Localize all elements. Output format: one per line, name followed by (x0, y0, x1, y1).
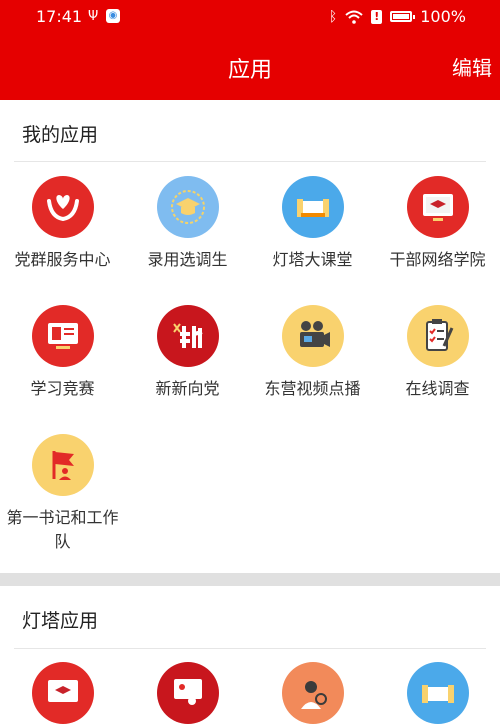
battery-icon (390, 11, 416, 22)
usb-icon: Ψ (88, 9, 99, 24)
classroom-board-icon (281, 176, 344, 238)
app-label: 录用选调生 (147, 250, 228, 269)
app-first-secretary-team[interactable]: 第一书记和工作队 (0, 434, 125, 554)
app-xinxin-xiangdang[interactable]: 新新向党 (125, 305, 250, 401)
app-label: 新新向党 (155, 379, 220, 398)
app-label: 灯塔大课堂 (272, 250, 353, 269)
divider (14, 648, 486, 649)
section-title-my-apps: 我的应用 (22, 124, 99, 146)
section-title-lighthouse-apps: 灯塔应用 (22, 610, 99, 632)
app-cadre-online-academy[interactable]: 干部网络学院 (375, 176, 500, 272)
party-presenter-icon (156, 662, 219, 724)
wifi-icon (345, 10, 363, 24)
monitor-cap-icon (31, 662, 94, 724)
app-header: 17:41 Ψ ◉ ᛒ ! 100% 应用 编辑 (0, 0, 500, 100)
video-projector-icon (281, 305, 344, 367)
status-right: ᛒ ! 100% (329, 7, 466, 26)
app-label: 东营视频点播 (264, 379, 361, 398)
app-lighthouse-1[interactable] (0, 662, 125, 724)
app-lighthouse-classroom[interactable]: 灯塔大课堂 (250, 176, 375, 272)
app-lighthouse-4[interactable] (375, 662, 500, 724)
alert-icon: ! (371, 9, 383, 24)
app-label: 学习竞赛 (30, 379, 95, 398)
app-lighthouse-3[interactable] (250, 662, 375, 724)
graduation-cap-icon (156, 176, 219, 238)
app-online-survey[interactable]: 在线调查 (375, 305, 500, 401)
page-title: 应用 (227, 58, 272, 83)
status-time: 17:41 (36, 7, 83, 26)
app-party-service-center[interactable]: 党群服务中心 (0, 176, 125, 272)
clipboard-survey-icon (406, 305, 469, 367)
heart-hands-icon (31, 176, 94, 238)
app-notification-icon: ◉ (106, 9, 120, 23)
section-separator (0, 573, 500, 586)
app-study-competition[interactable]: 学习竞赛 (0, 305, 125, 401)
monitor-cap-icon (406, 176, 469, 238)
status-bar: 17:41 Ψ ◉ ᛒ ! 100% (0, 0, 500, 34)
app-label: 干部网络学院 (389, 250, 486, 269)
divider (14, 161, 486, 162)
app-dongying-video[interactable]: 东营视频点播 (250, 305, 375, 401)
red-flag-person-icon (31, 434, 94, 496)
battery-percent: 100% (420, 7, 466, 26)
bluetooth-icon: ᛒ (328, 8, 338, 25)
study-monitor-icon (31, 305, 94, 367)
app-label: 党群服务中心 (14, 250, 111, 269)
app-label: 在线调查 (405, 379, 470, 398)
app-civil-selection[interactable]: 录用选调生 (125, 176, 250, 272)
xin-logo-icon (156, 305, 219, 367)
app-lighthouse-2[interactable] (125, 662, 250, 724)
app-label: 第一书记和工作队 (6, 508, 119, 551)
edit-button[interactable]: 编辑 (452, 52, 492, 81)
person-search-icon (281, 662, 344, 724)
classroom-board-icon (406, 662, 469, 724)
